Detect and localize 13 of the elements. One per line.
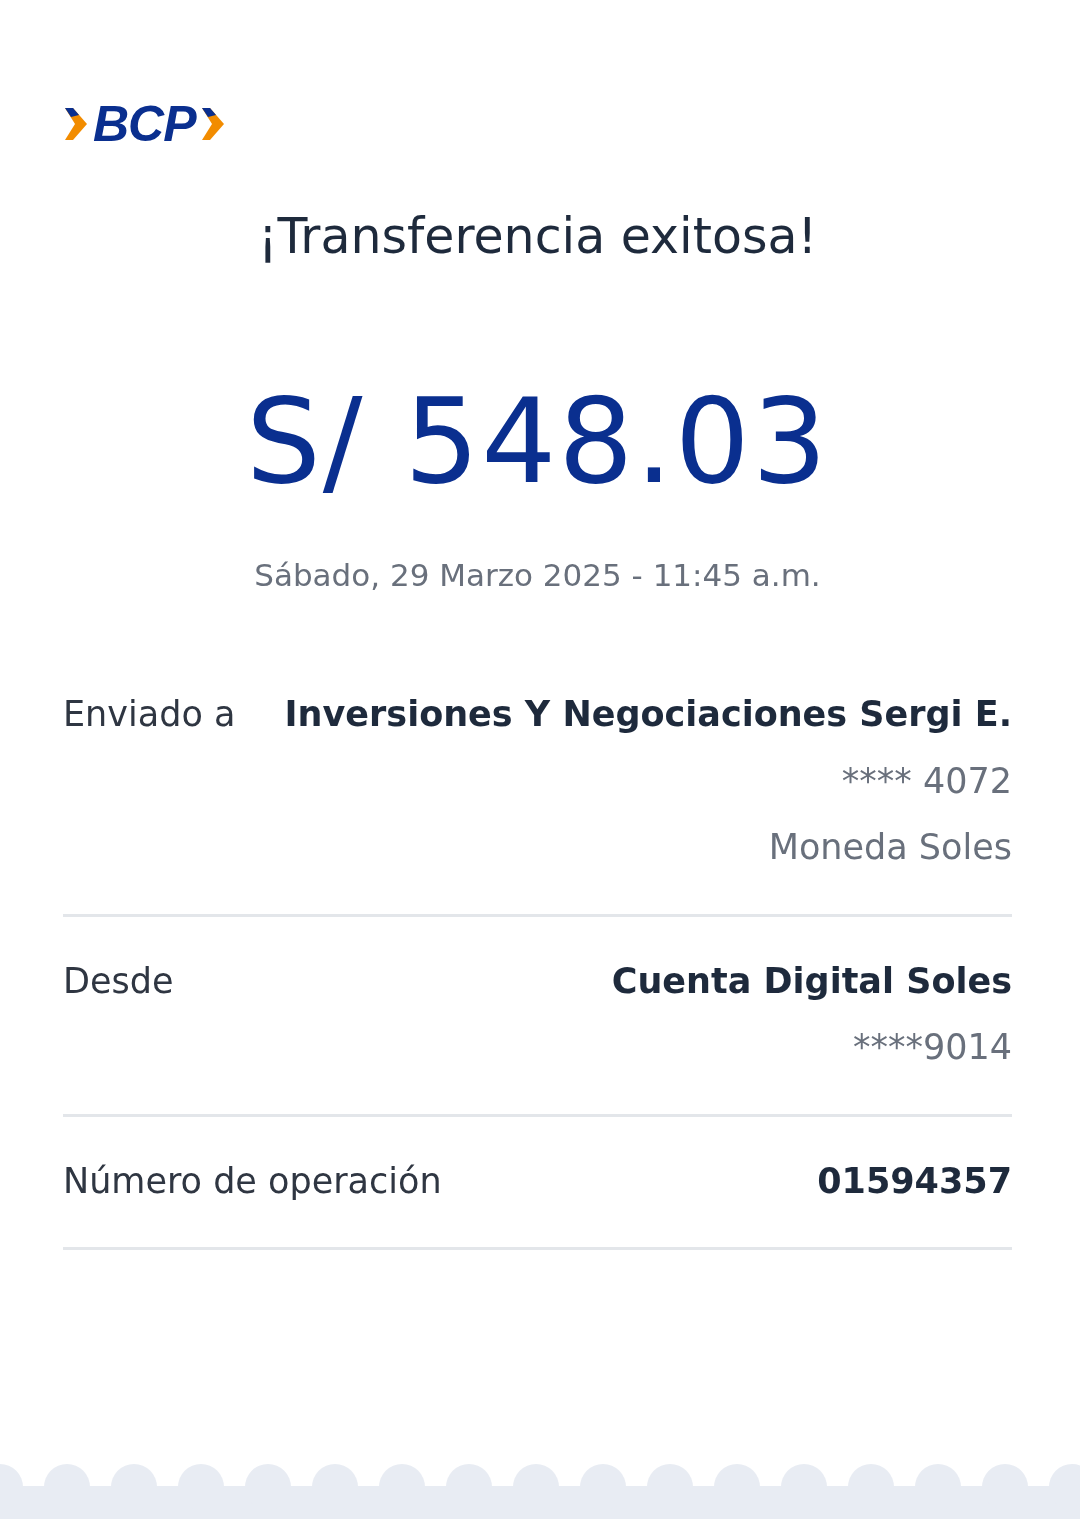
detail-subtext: **** 4072 — [841, 759, 1012, 803]
detail-value: Cuenta Digital Soles — [611, 959, 1012, 1003]
detail-value: 01594357 — [817, 1159, 1012, 1203]
detail-value: Inversiones Y Negociaciones Sergi E. — [284, 693, 1012, 736]
date-time: Sábado, 29 Marzo 2025 - 11:45 a.m. — [253, 555, 822, 595]
detail-subtext: ****9014 — [852, 1026, 1012, 1069]
detail-subtext: Moneda Soles — [768, 826, 1012, 869]
detail-label: Número de operación — [63, 1159, 442, 1203]
amount: S/ 548.03 — [244, 381, 831, 500]
detail-label: Enviado a — [63, 693, 236, 736]
logo-text: BCP — [93, 99, 196, 149]
detail-label: Desde — [63, 959, 174, 1003]
title: ¡Transferencia exitosa! — [256, 207, 819, 267]
